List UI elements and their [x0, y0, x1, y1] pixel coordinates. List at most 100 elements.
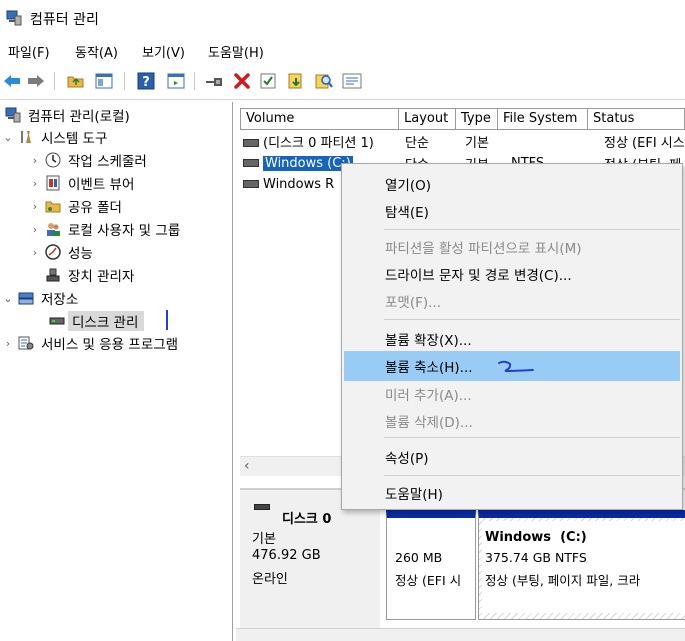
column-header-file-system[interactable]: File System [498, 108, 588, 130]
disk-icon [254, 504, 270, 510]
toolbar-separator [194, 72, 195, 90]
device-manager-icon [44, 266, 62, 284]
check-icon[interactable] [258, 71, 278, 91]
volume-type: 기본 [465, 135, 489, 151]
menu-item-delete[interactable]: 볼륨 삭제(D)... [344, 406, 680, 436]
tree-item-device-manager[interactable]: 장치 관리자 [44, 264, 134, 286]
forward-arrow-icon[interactable] [26, 71, 46, 91]
svg-text:?: ? [142, 75, 150, 90]
menu-separator [384, 475, 680, 476]
chevron-right-icon[interactable]: › [29, 200, 41, 213]
disk-icon [243, 180, 259, 188]
performance-icon [44, 243, 62, 261]
tree-item-local-users[interactable]: › 로컬 사용자 및 그룹 [29, 218, 180, 240]
tree-label: 저장소 [41, 292, 79, 308]
chevron-right-icon[interactable]: › [29, 246, 41, 259]
menu-separator [384, 229, 680, 230]
disk-icon [243, 159, 259, 167]
disk-name: 디스크 0 [282, 512, 332, 527]
menu-item-format[interactable]: 포맷(F)... [344, 286, 680, 316]
partition-size: 260 MB [395, 550, 443, 565]
list-icon[interactable] [342, 71, 362, 91]
partition-status: 정상 (EFI 시 [395, 573, 462, 588]
menu-action[interactable]: 동작(A) [75, 42, 118, 61]
tree-item-shared-folders[interactable]: › 공유 폴더 [29, 195, 122, 217]
menu-item-extend[interactable]: 볼륨 확장(X)... [344, 324, 680, 354]
volume-layout: 단순 [405, 135, 429, 151]
connect-icon[interactable] [204, 71, 224, 91]
tree-label: 시스템 도구 [41, 131, 108, 147]
tree-item-performance[interactable]: › 성능 [29, 241, 93, 263]
tree-item-root[interactable]: 컴퓨터 관리(로컬) [4, 104, 130, 126]
chevron-down-icon[interactable]: ⌄ [2, 292, 14, 305]
volume-name: Windows (C:) [263, 155, 353, 171]
scroll-left-icon[interactable]: ‹ [244, 458, 250, 474]
tree-item-services[interactable]: › 서비스 및 응용 프로그램 [2, 332, 178, 354]
console-tree-icon[interactable] [94, 71, 114, 91]
menu-item-add-mirror[interactable]: 미러 추가(A)... [344, 379, 680, 409]
volume-name: Windows R [263, 176, 335, 192]
disk-info-panel[interactable]: 디스크 0 기본 476.92 GB 온라인 [240, 490, 380, 628]
tree-item-task-scheduler[interactable]: › 작업 스케줄러 [29, 149, 147, 171]
context-menu: 열기(O) 탐색(E) 파티션을 활성 파티션으로 표시(M) 드라이브 문자 … [341, 163, 683, 510]
chevron-down-icon[interactable]: ⌄ [2, 131, 14, 144]
menu-item-open[interactable]: 열기(O) [344, 169, 680, 199]
chevron-right-icon[interactable]: › [29, 177, 41, 190]
partition-windows[interactable]: Windows (C:) 375.74 GB NTFS 정상 (부팅, 페이지 … [478, 510, 685, 620]
computer-management-icon [6, 10, 22, 26]
users-icon [44, 220, 62, 238]
disk-icon [243, 139, 259, 147]
tree-label: 장치 관리자 [68, 269, 135, 285]
delete-icon[interactable] [232, 71, 252, 91]
chevron-right-icon[interactable]: › [2, 337, 14, 350]
menu-separator [384, 319, 680, 320]
tree-item-system-tools[interactable]: ⌄ 시스템 도구 [2, 126, 107, 148]
menu-file[interactable]: 파일(F) [8, 42, 50, 61]
menu-help[interactable]: 도움말(H) [208, 42, 264, 61]
tree-item-storage[interactable]: ⌄ 저장소 [2, 287, 78, 309]
toolbar-separator [124, 72, 125, 90]
toolbar-separator [54, 72, 55, 90]
status-bar [236, 628, 685, 641]
import-icon[interactable] [286, 71, 306, 91]
console-tree: 컴퓨터 관리(로컬) ⌄ 시스템 도구 › 작업 스케줄러 › 이벤트 뷰어 ›… [0, 102, 233, 641]
column-header-status[interactable]: Status [588, 108, 685, 130]
title-bar: 컴퓨터 관리 [0, 0, 685, 36]
menu-item-properties[interactable]: 속성(P) [344, 442, 680, 472]
partition-efi[interactable]: 260 MB 정상 (EFI 시 [386, 510, 476, 620]
disk-state: 온라인 [252, 572, 288, 587]
up-folder-icon[interactable] [66, 71, 86, 91]
tree-label: 성능 [68, 246, 93, 262]
annotation-mark [166, 310, 168, 330]
storage-icon [17, 289, 35, 307]
partition-size: 375.74 GB NTFS [485, 550, 587, 565]
help-icon[interactable]: ? [136, 71, 156, 91]
tree-item-event-viewer[interactable]: › 이벤트 뷰어 [29, 172, 134, 194]
tree-item-disk-management[interactable]: 디스크 관리 [48, 310, 145, 332]
back-arrow-icon[interactable] [2, 71, 22, 91]
tree-label: 서비스 및 응용 프로그램 [41, 337, 179, 353]
column-header-volume[interactable]: Volume [240, 108, 399, 130]
column-header-layout[interactable]: Layout [399, 108, 456, 130]
tree-label: 이벤트 뷰어 [68, 177, 135, 193]
clock-icon [44, 151, 62, 169]
tree-label: 로컬 사용자 및 그룹 [68, 223, 181, 239]
menu-item-explore[interactable]: 탐색(E) [344, 196, 680, 226]
properties-icon[interactable] [166, 71, 186, 91]
menu-item-change-letter[interactable]: 드라이브 문자 및 경로 변경(C)... [344, 259, 680, 289]
chevron-right-icon[interactable]: › [29, 154, 41, 167]
chevron-right-icon[interactable]: › [29, 223, 41, 236]
disk-size: 476.92 GB [252, 548, 321, 563]
volume-row[interactable]: (디스크 0 파티션 1) 단순 기본 정상 (EFI 시스 [243, 130, 685, 152]
column-header-type[interactable]: Type [456, 108, 498, 130]
menu-item-mark-active[interactable]: 파티션을 활성 파티션으로 표시(M) [344, 232, 680, 262]
menu-item-help[interactable]: 도움말(H) [344, 478, 680, 508]
tree-label: 컴퓨터 관리(로컬) [28, 109, 130, 125]
search-icon[interactable] [314, 71, 334, 91]
annotation-squiggle [498, 360, 534, 372]
menu-view[interactable]: 보기(V) [142, 42, 185, 61]
partition-windows-body: Windows (C:) 375.74 GB NTFS 정상 (부팅, 페이지 … [482, 521, 685, 613]
volume-name: (디스크 0 파티션 1) [263, 135, 374, 151]
partition-title: Windows (C:) [485, 530, 587, 545]
partition-status: 정상 (부팅, 페이지 파일, 크라 [485, 573, 641, 588]
